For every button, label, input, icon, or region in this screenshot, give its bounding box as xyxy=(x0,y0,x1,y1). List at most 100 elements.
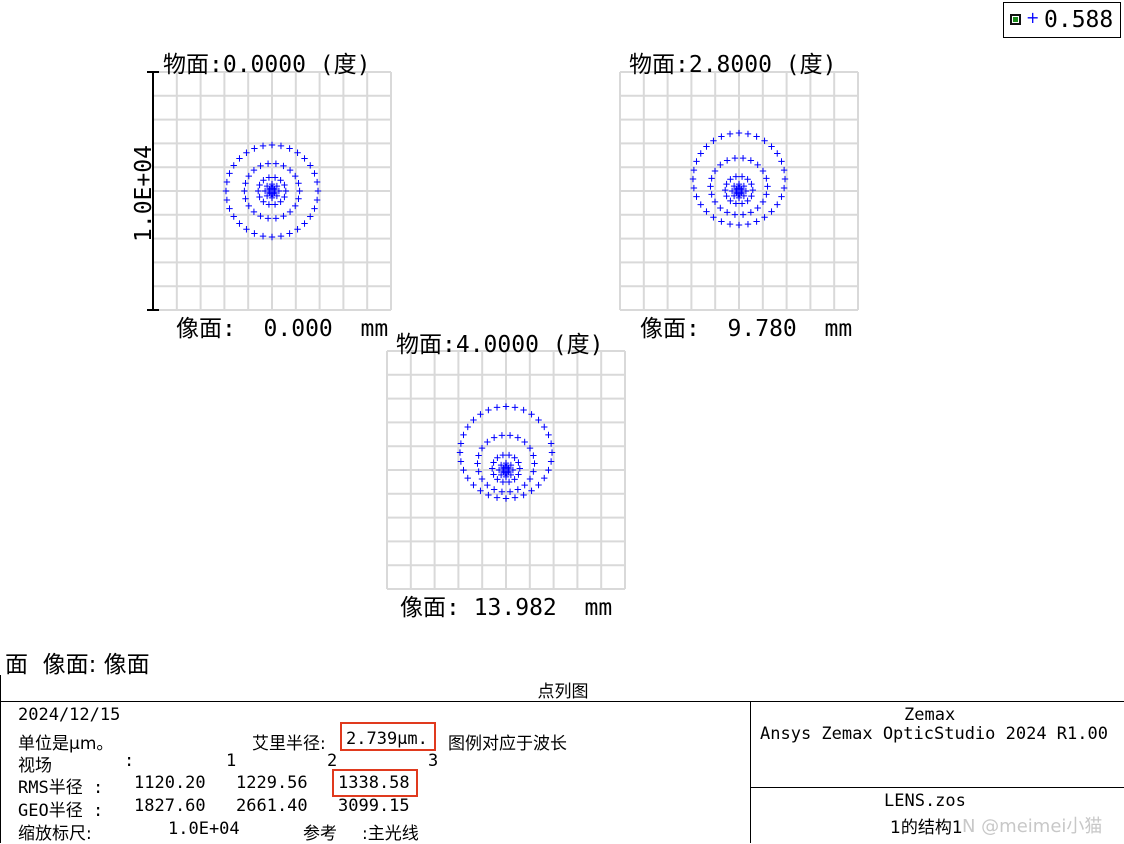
spot-point xyxy=(474,460,481,467)
spot-point xyxy=(764,183,771,190)
config-label: 1的结构1 xyxy=(890,818,963,838)
spot-point xyxy=(723,180,730,188)
spot-point xyxy=(723,157,731,164)
product-name: Ansys Zemax OpticStudio 2024 R1.00 xyxy=(760,724,1108,744)
spot-point xyxy=(739,154,747,162)
spot-point xyxy=(498,432,506,439)
spot-point xyxy=(460,466,467,474)
spot-point xyxy=(301,220,308,227)
info-title-row: 点列图 xyxy=(0,675,1124,702)
geo-value-3: 3099.15 xyxy=(338,796,410,816)
spot-point xyxy=(535,481,542,489)
spot-point xyxy=(272,215,280,222)
lens-file: LENS.zos xyxy=(884,791,966,811)
spot-point xyxy=(464,474,471,482)
spot-point xyxy=(754,204,761,212)
spot-point xyxy=(311,205,318,212)
spot-point xyxy=(735,221,743,229)
spot-point xyxy=(520,491,527,499)
field-num-1: 1 xyxy=(226,751,237,771)
spot-point xyxy=(521,438,528,446)
info-divider-vertical xyxy=(750,702,751,843)
rms-value-2: 1229.56 xyxy=(236,773,308,793)
spot-point xyxy=(739,211,747,218)
surface-line: 面 像面: 像面 xyxy=(5,652,150,678)
spot-point xyxy=(292,202,299,210)
reference-label: 参考 xyxy=(303,824,337,844)
spot-point xyxy=(490,486,498,493)
spot-point xyxy=(281,181,288,189)
spot-point xyxy=(748,192,755,200)
spot-point xyxy=(531,460,538,467)
spot-point xyxy=(515,471,522,478)
spot-point xyxy=(707,183,714,190)
spot-point xyxy=(490,434,498,441)
spot-point xyxy=(484,481,491,489)
spot-point xyxy=(735,129,743,137)
scale-value: 1.0E+04 xyxy=(168,819,240,839)
spot-point xyxy=(292,172,299,180)
field-3-footer: 像面: 13.982 mm xyxy=(400,595,613,621)
spot-point xyxy=(264,215,272,222)
spot-point xyxy=(226,205,233,212)
spot-point xyxy=(759,198,767,206)
spot-point xyxy=(520,406,527,414)
spot-point xyxy=(763,191,770,198)
spot-point xyxy=(753,133,760,140)
spot-point xyxy=(272,160,280,167)
spot-point xyxy=(545,466,552,474)
watermark: N @meimei小猫 xyxy=(962,816,1103,837)
spot-point xyxy=(708,191,715,198)
field-num-3: 3 xyxy=(428,751,439,771)
geo-value-2: 2661.40 xyxy=(236,796,308,816)
spot-point xyxy=(731,154,739,162)
spot-point xyxy=(311,170,318,177)
field-num-2: 2 xyxy=(327,751,338,771)
spot-point xyxy=(256,193,263,201)
field-colon: : xyxy=(124,751,135,771)
spot-point xyxy=(475,452,482,459)
spot-point xyxy=(511,494,519,501)
spot-point xyxy=(286,230,293,237)
geo-value-1: 1827.60 xyxy=(134,796,206,816)
spot-point xyxy=(502,495,510,502)
spot-point xyxy=(245,172,252,180)
spot-point xyxy=(763,175,770,182)
spot-point xyxy=(514,434,522,441)
spot-point xyxy=(236,155,243,162)
field-1-footer: 像面: 0.000 mm xyxy=(176,316,389,342)
spot-point xyxy=(226,170,233,177)
spot-point xyxy=(744,176,751,183)
info-title: 点列图 xyxy=(537,682,589,702)
spot-point xyxy=(506,432,514,439)
spot-point xyxy=(478,475,486,483)
spot-plot-2 xyxy=(619,71,859,311)
spot-point xyxy=(744,220,752,228)
rms-label: RMS半径 : xyxy=(18,778,104,798)
spot-point xyxy=(511,476,518,483)
field-1-title: 物面:0.0000 (度) xyxy=(163,52,371,78)
spot-point xyxy=(726,130,734,138)
spot-point xyxy=(277,198,284,205)
scale-bar-label: 1.0E+04 xyxy=(131,145,157,242)
spot-point xyxy=(748,180,755,188)
info-date: 2024/12/15 xyxy=(18,705,121,725)
spot-point xyxy=(493,404,501,411)
spot-point xyxy=(493,494,501,501)
spot-point xyxy=(282,187,289,195)
spot-point xyxy=(277,177,284,184)
vendor-name: Zemax xyxy=(904,705,956,725)
spot-point xyxy=(245,202,252,210)
spot-point xyxy=(722,186,729,194)
spot-point xyxy=(693,158,700,165)
spot-point xyxy=(511,404,519,411)
spot-point xyxy=(711,167,719,175)
spot-point xyxy=(697,150,704,157)
spot-point xyxy=(301,155,308,162)
spot-point xyxy=(778,158,785,165)
spot-point xyxy=(256,181,263,189)
spot-point xyxy=(727,176,734,183)
spot-point xyxy=(747,157,755,164)
spot-point xyxy=(521,481,528,489)
spot-point xyxy=(545,431,552,439)
